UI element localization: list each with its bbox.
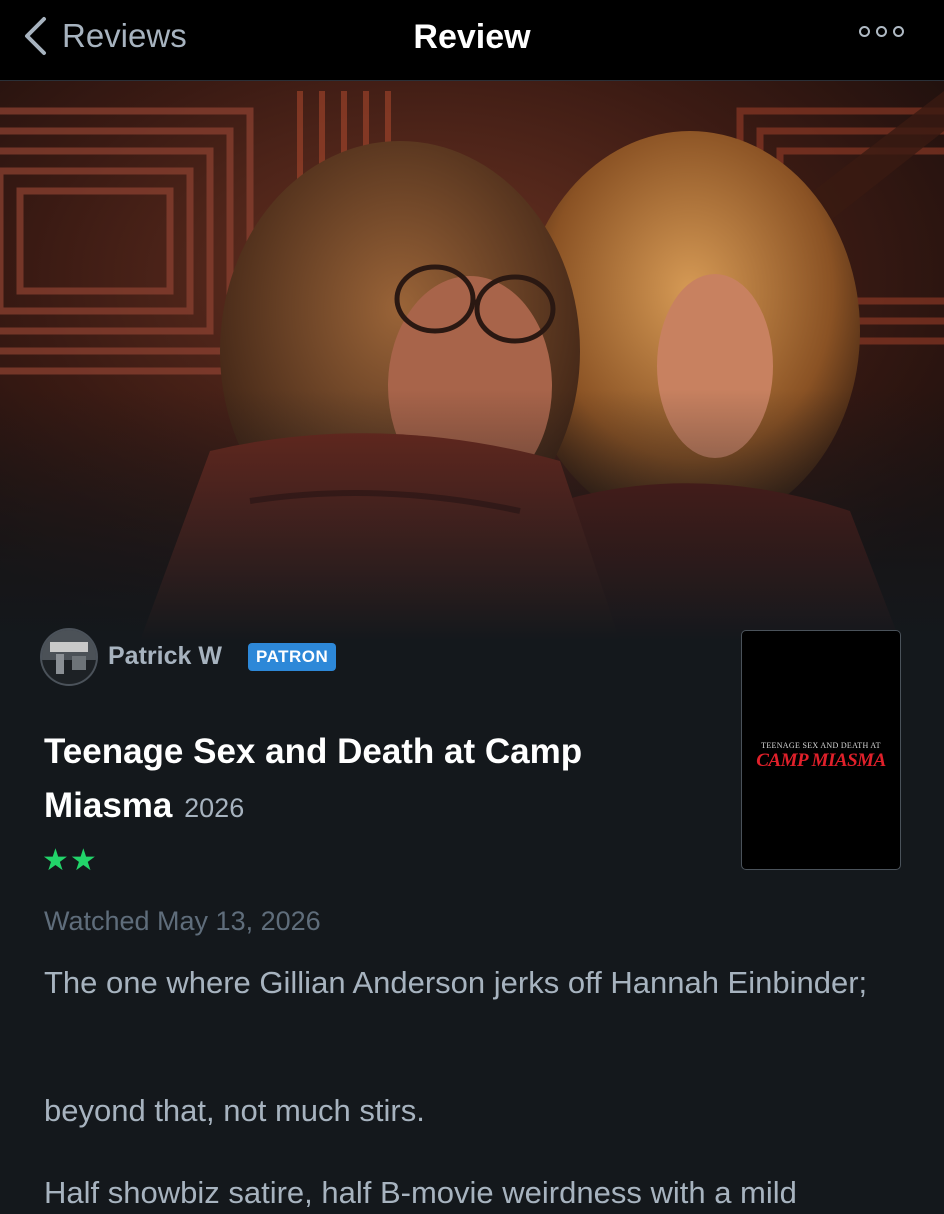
watched-date: Watched May 13, 2026 [44,906,321,936]
poster-title: CAMP MIASMA [756,750,886,771]
film-year[interactable]: 2026 [184,793,244,823]
star-rating: ★★ [42,844,98,877]
review-paragraph: beyond that, not much stirs. [44,1093,425,1128]
review-paragraph: Half showbiz satire, half B-movie weirdn… [44,1175,797,1210]
patron-badge: PATRON [248,643,337,671]
review-paragraph: The one where Gillian Anderson jerks off… [44,965,868,1000]
film-title-block[interactable]: Teenage Sex and Death at Camp Miasma 202… [44,725,684,835]
poster-tagline: TEENAGE SEX AND DEATH AT [761,741,881,750]
film-title[interactable]: Teenage Sex and Death at Camp Miasma [44,732,582,825]
top-nav-bar: Reviews Review [0,0,944,81]
more-options-icon[interactable] [859,26,904,37]
backdrop-image [0,81,944,641]
avatar[interactable] [42,630,96,684]
film-poster[interactable]: TEENAGE SEX AND DEATH AT CAMP MIASMA [741,630,901,870]
reviewer-name[interactable]: Patrick W [108,642,222,671]
page-title: Review [413,18,531,56]
